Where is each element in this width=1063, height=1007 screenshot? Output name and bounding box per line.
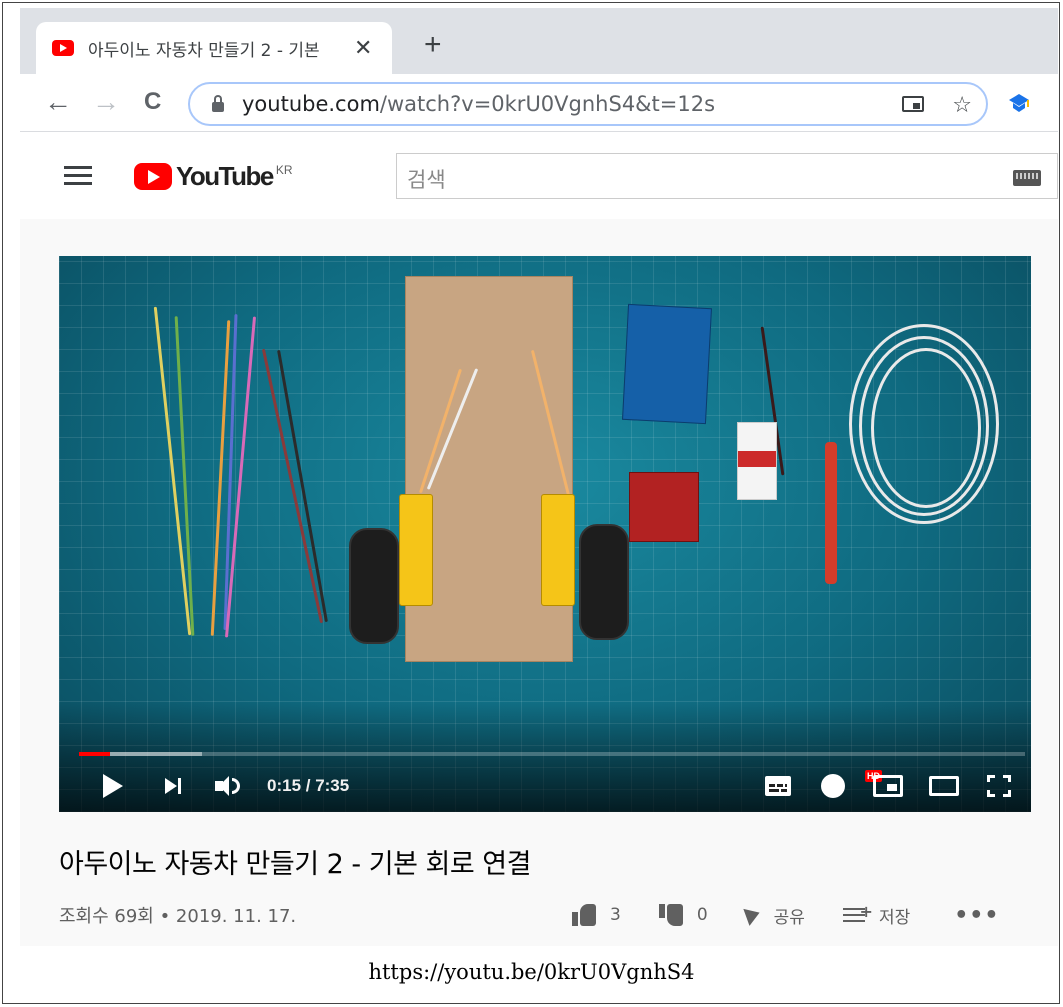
gear-motor-right xyxy=(541,494,575,606)
save-button[interactable]: 저장 xyxy=(842,902,911,928)
like-count: 3 xyxy=(610,905,621,925)
miniplayer-icon xyxy=(873,775,903,797)
share-label: 공유 xyxy=(773,907,805,928)
play-button[interactable] xyxy=(103,768,123,804)
keyboard-icon[interactable] xyxy=(1013,170,1041,186)
like-button[interactable]: 3 xyxy=(572,904,621,926)
miniplayer-button[interactable] xyxy=(873,768,903,804)
browser-toolbar: ← → C youtube.com/watch?v=0krU0VgnhS4&t=… xyxy=(20,74,1058,132)
volume-button[interactable] xyxy=(215,768,240,804)
youtube-logo[interactable]: YouTube KR xyxy=(134,161,293,192)
video-title: 아두이노 자동차 만들기 2 - 기본 회로 연결 xyxy=(59,849,531,880)
thumbs-up-icon xyxy=(572,904,598,926)
video-link-caption: https://youtu.be/0krU0VgnhS4 xyxy=(368,960,695,984)
fullscreen-icon xyxy=(987,775,1011,797)
youtube-wordmark: YouTube xyxy=(176,161,274,191)
browser-tab-active[interactable]: 아두이노 자동차 만들기 2 - 기본 ✕ xyxy=(36,22,392,74)
url-text[interactable]: youtube.com/watch?v=0krU0VgnhS4&t=12s xyxy=(242,92,715,116)
search-input[interactable]: 검색 xyxy=(396,153,1058,199)
theater-mode-button[interactable] xyxy=(929,768,959,804)
motor-driver-board xyxy=(629,472,699,542)
video-actions: 3 0 공유 저장 ••• xyxy=(572,900,999,930)
subtitles-icon xyxy=(765,776,791,796)
usb-cable-coil xyxy=(871,348,981,508)
more-actions-icon[interactable]: ••• xyxy=(954,903,999,928)
region-code: KR xyxy=(275,162,293,177)
progress-bar[interactable] xyxy=(79,752,1025,756)
dislike-count: 0 xyxy=(696,905,708,925)
share-button[interactable]: 공유 xyxy=(743,903,805,928)
tab-title: 아두이노 자동차 만들기 2 - 기본 xyxy=(88,40,320,61)
wheel-left xyxy=(349,528,399,644)
menu-icon[interactable] xyxy=(64,166,92,186)
wheel-right xyxy=(579,524,629,640)
save-label: 저장 xyxy=(878,907,911,928)
dislike-button[interactable]: 0 xyxy=(658,904,708,926)
search-placeholder: 검색 xyxy=(407,168,446,192)
progress-played xyxy=(79,752,111,756)
subtitles-button[interactable] xyxy=(765,768,791,804)
omnibox-actions: ☆ xyxy=(902,92,972,118)
url-host: youtube.com xyxy=(242,92,380,116)
cast-icon[interactable] xyxy=(902,96,925,112)
back-button[interactable]: ← xyxy=(44,84,72,120)
screwdriver xyxy=(825,442,837,584)
thumbs-down-icon xyxy=(658,904,685,926)
address-bar[interactable]: youtube.com/watch?v=0krU0VgnhS4&t=12s ☆ xyxy=(188,82,988,126)
youtube-play-logo-icon xyxy=(134,163,172,190)
next-icon xyxy=(165,778,181,794)
play-icon xyxy=(103,774,123,798)
settings-button[interactable] xyxy=(821,768,845,804)
youtube-header: YouTube KR 검색 xyxy=(20,133,1058,219)
tab-close-icon[interactable]: ✕ xyxy=(354,35,372,61)
new-tab-button[interactable]: + xyxy=(424,30,442,60)
youtube-favicon-icon xyxy=(52,40,74,56)
reload-button[interactable]: C xyxy=(144,84,161,120)
url-path: /watch?v=0krU0VgnhS4&t=12s xyxy=(379,92,716,116)
video-player[interactable]: 0:15 / 7:35 HD xyxy=(59,256,1031,812)
gear-icon xyxy=(821,774,845,798)
volume-icon xyxy=(215,776,240,796)
theater-mode-icon xyxy=(929,776,959,796)
extension-icon[interactable] xyxy=(1008,92,1030,114)
9v-battery xyxy=(737,422,777,500)
video-meta: 조회수 69회 • 2019. 11. 17. xyxy=(59,906,297,927)
fullscreen-button[interactable] xyxy=(987,768,1011,804)
bookmark-star-icon[interactable]: ☆ xyxy=(952,92,972,118)
time-display: 0:15 / 7:35 xyxy=(267,776,350,795)
gear-motor-left xyxy=(399,494,433,606)
next-button[interactable] xyxy=(165,768,181,804)
forward-button[interactable]: → xyxy=(92,84,120,120)
browser-tabstrip: 아두이노 자동차 만들기 2 - 기본 ✕ + xyxy=(20,8,1058,74)
lock-icon xyxy=(212,95,224,112)
playlist-add-icon xyxy=(842,902,873,922)
share-icon xyxy=(743,904,763,926)
arduino-board xyxy=(622,303,712,425)
